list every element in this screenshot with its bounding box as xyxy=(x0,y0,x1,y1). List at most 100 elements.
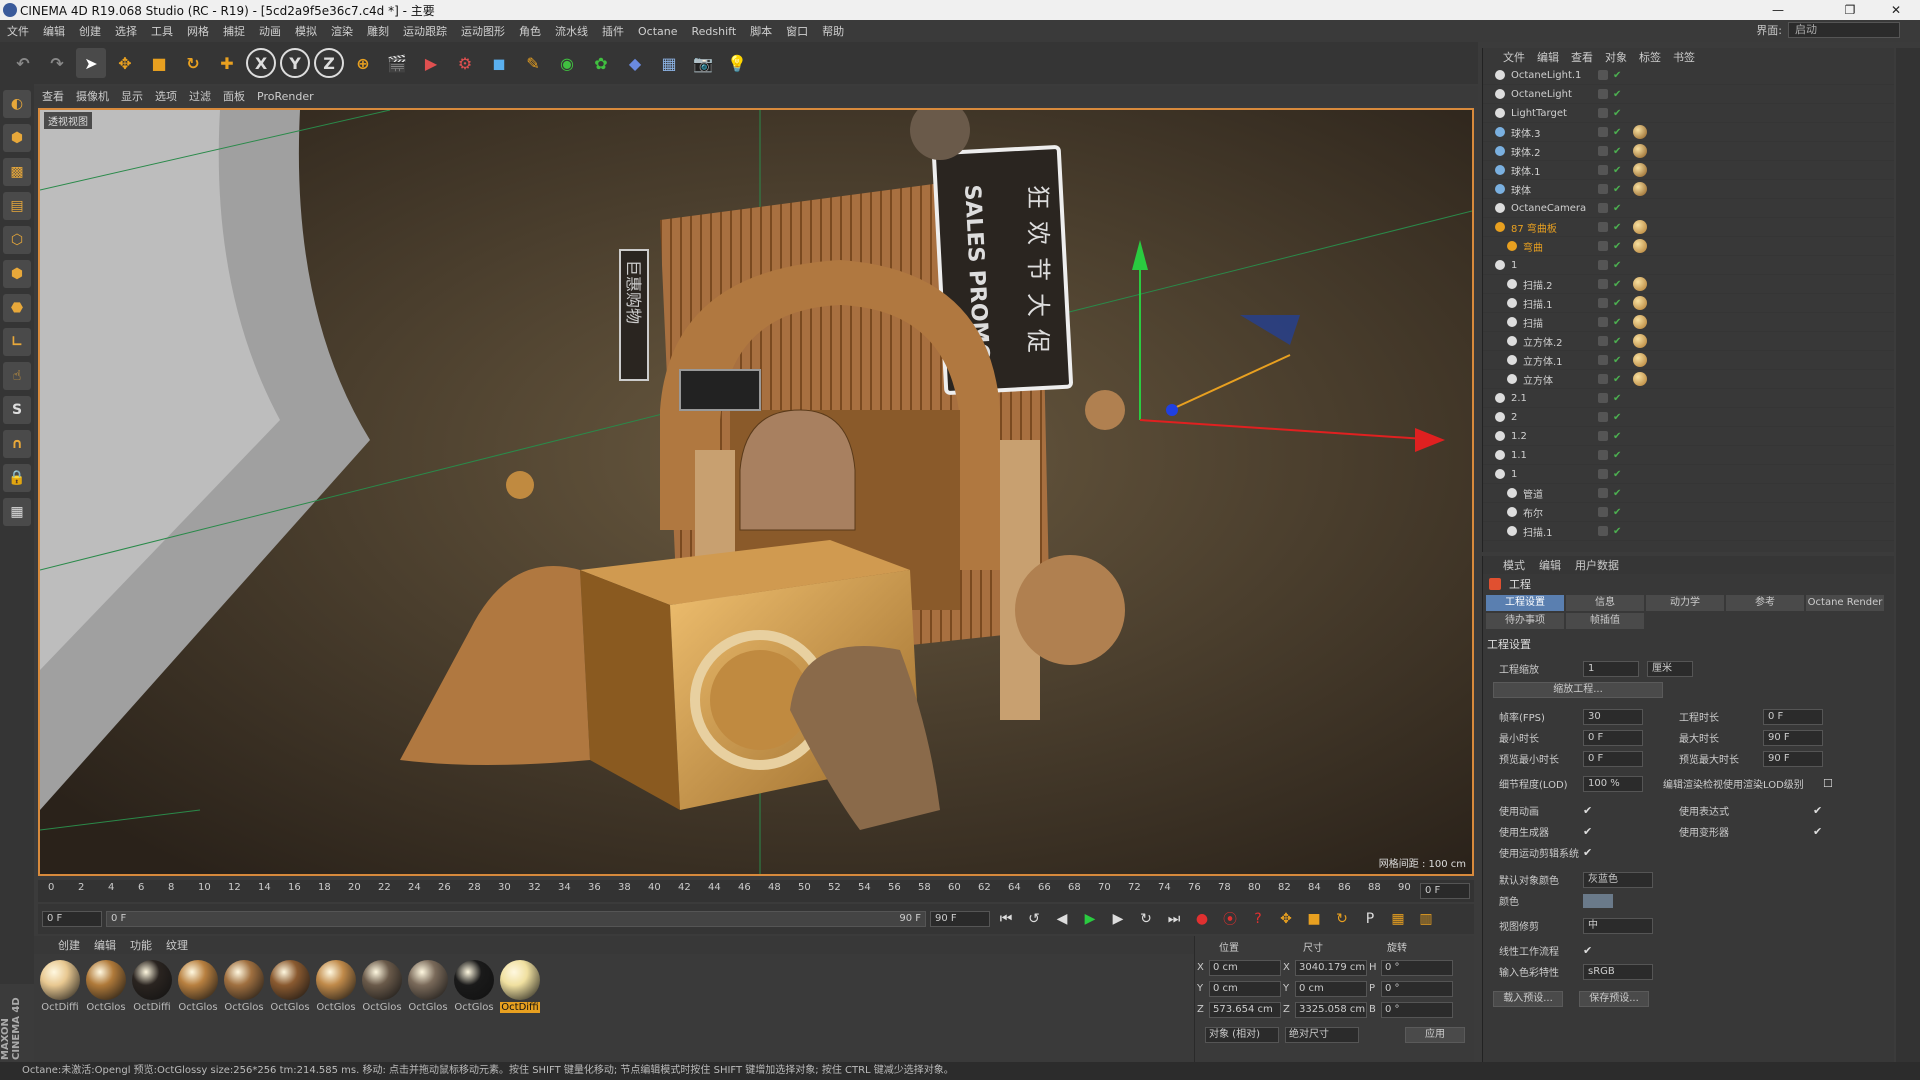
scale-project-button[interactable]: 缩放工程... xyxy=(1493,681,1663,698)
pen-icon[interactable]: ✎ xyxy=(518,48,548,78)
coordinate-system-icon[interactable]: ⊕ xyxy=(348,48,378,78)
visibility-icon[interactable] xyxy=(1598,146,1608,156)
object-row[interactable]: 扫描.1 ✔ xyxy=(1483,294,1894,313)
viewport-menu-item[interactable]: 选项 xyxy=(155,88,177,104)
material-item[interactable]: OctDiffi xyxy=(132,960,172,1013)
object-row[interactable]: LightTarget ✔ xyxy=(1483,104,1894,123)
menu-item[interactable]: 捕捉 xyxy=(216,23,252,39)
edges-mode-icon[interactable]: ⬢ xyxy=(3,260,31,288)
material-tag-icon[interactable] xyxy=(1633,315,1647,329)
visibility-icon[interactable] xyxy=(1598,241,1608,251)
attribute-menu-item[interactable]: 模式 xyxy=(1503,557,1525,573)
object-row[interactable]: 87 弯曲板 ✔ xyxy=(1483,218,1894,237)
magnet-icon[interactable]: ∩ xyxy=(3,430,31,458)
view-clipping-dropdown[interactable]: 中 xyxy=(1583,917,1653,934)
scale-key-icon[interactable]: ■ xyxy=(1302,907,1326,931)
enabled-icon[interactable]: ✔ xyxy=(1613,526,1621,537)
axis-icon[interactable]: ∟ xyxy=(3,328,31,356)
timeline-icon[interactable]: ▥ xyxy=(1414,907,1438,931)
object-row[interactable]: 扫描.1 ✔ xyxy=(1483,522,1894,541)
attribute-tab[interactable]: 帧插值 xyxy=(1566,613,1644,629)
attribute-tab[interactable]: 信息 xyxy=(1566,595,1644,611)
attribute-tab[interactable]: 参考 xyxy=(1726,595,1804,611)
object-menu-item[interactable]: 编辑 xyxy=(1537,49,1559,65)
enabled-icon[interactable]: ✔ xyxy=(1613,355,1621,366)
position-key-icon[interactable]: ✥ xyxy=(1274,907,1298,931)
viewport-menu-item[interactable]: 显示 xyxy=(121,88,143,104)
material-menu-item[interactable]: 创建 xyxy=(58,937,80,953)
visibility-icon[interactable] xyxy=(1598,450,1608,460)
rotation-field[interactable]: 0 ° xyxy=(1381,959,1453,976)
fps-field[interactable]: 30 xyxy=(1583,708,1643,725)
render-settings-icon[interactable]: ⚙ xyxy=(450,48,480,78)
viewport-menu-item[interactable]: 过滤 xyxy=(189,88,211,104)
material-item[interactable]: OctGlos xyxy=(316,960,356,1013)
prev-key-icon[interactable]: ↺ xyxy=(1022,907,1046,931)
timeline[interactable]: 0 2 4 6 8 10 12 14 16 18 20 22 24 26 28 30 32 34 36 38 40 42 4… xyxy=(38,880,1474,902)
enabled-icon[interactable]: ✔ xyxy=(1613,165,1621,176)
object-row[interactable]: 扫描.2 ✔ xyxy=(1483,275,1894,294)
enabled-icon[interactable]: ✔ xyxy=(1613,374,1621,385)
object-row[interactable]: 1 ✔ xyxy=(1483,256,1894,275)
viewport-menu-item[interactable]: 摄像机 xyxy=(76,88,109,104)
material-tag-icon[interactable] xyxy=(1633,296,1647,310)
material-item[interactable]: OctGlos xyxy=(178,960,218,1013)
current-frame-field[interactable]: 0 F xyxy=(1420,883,1470,899)
size-field[interactable]: 3325.058 cm xyxy=(1295,1001,1367,1018)
render-view-icon[interactable]: 🎬 xyxy=(382,48,412,78)
material-tag-icon[interactable] xyxy=(1633,353,1647,367)
use-motion-system-checkbox[interactable]: ✔ xyxy=(1583,846,1592,859)
menu-item[interactable]: Octane xyxy=(631,25,685,38)
enabled-icon[interactable]: ✔ xyxy=(1613,317,1621,328)
max-time-field[interactable]: 90 F xyxy=(1763,729,1823,746)
enabled-icon[interactable]: ✔ xyxy=(1613,203,1621,214)
object-row[interactable]: 管道 ✔ xyxy=(1483,484,1894,503)
goto-end-icon[interactable]: ⏭ xyxy=(1162,907,1186,931)
apply-button[interactable]: 应用 xyxy=(1405,1026,1465,1043)
scale-icon[interactable]: ■ xyxy=(144,48,174,78)
attribute-tab[interactable]: 工程设置 xyxy=(1486,595,1564,611)
viewport[interactable]: SALES PROMOTION 狂欢节大促 巨惠购物 透视视图 网格间距: 1… xyxy=(38,108,1474,876)
menu-item[interactable]: 渲染 xyxy=(324,23,360,39)
use-expression-checkbox[interactable]: ✔ xyxy=(1813,804,1822,817)
object-menu-item[interactable]: 文件 xyxy=(1503,49,1525,65)
size-field[interactable]: 0 cm xyxy=(1295,980,1367,997)
menu-item[interactable]: 文件 xyxy=(0,23,36,39)
goto-start-icon[interactable]: ⏮ xyxy=(994,907,1018,931)
object-row[interactable]: OctaneLight ✔ xyxy=(1483,85,1894,104)
visibility-icon[interactable] xyxy=(1598,469,1608,479)
prev-frame-icon[interactable]: ◀ xyxy=(1050,907,1074,931)
position-field[interactable]: 0 cm xyxy=(1209,959,1281,976)
preview-min-field[interactable]: 0 F xyxy=(1583,750,1643,767)
pla-key-icon[interactable]: ▦ xyxy=(1386,907,1410,931)
visibility-icon[interactable] xyxy=(1598,374,1608,384)
material-item[interactable]: OctDiffi xyxy=(500,960,540,1013)
menu-item[interactable]: 创建 xyxy=(72,23,108,39)
menu-item[interactable]: 动画 xyxy=(252,23,288,39)
object-row[interactable]: 立方体 ✔ xyxy=(1483,370,1894,389)
visibility-icon[interactable] xyxy=(1598,507,1608,517)
menu-item[interactable]: 工具 xyxy=(144,23,180,39)
menu-item[interactable]: 插件 xyxy=(595,23,631,39)
visibility-icon[interactable] xyxy=(1598,70,1608,80)
min-time-field[interactable]: 0 F xyxy=(1583,729,1643,746)
use-deformers-checkbox[interactable]: ✔ xyxy=(1813,825,1822,838)
enabled-icon[interactable]: ✔ xyxy=(1613,108,1621,119)
enabled-icon[interactable]: ✔ xyxy=(1613,336,1621,347)
enabled-icon[interactable]: ✔ xyxy=(1613,488,1621,499)
points-mode-icon[interactable]: ⬡ xyxy=(3,226,31,254)
project-length-field[interactable]: 0 F xyxy=(1763,708,1823,725)
move-icon[interactable]: ✥ xyxy=(110,48,140,78)
attribute-tab[interactable]: Octane Render xyxy=(1806,595,1884,611)
object-row[interactable]: 扫描 ✔ xyxy=(1483,313,1894,332)
play-icon[interactable]: ▶ xyxy=(1078,907,1102,931)
range-slider[interactable]: 0 F 90 F xyxy=(106,911,926,927)
menu-item[interactable]: 运动跟踪 xyxy=(396,23,454,39)
visibility-icon[interactable] xyxy=(1598,184,1608,194)
attribute-tab[interactable]: 待办事项 xyxy=(1486,613,1564,629)
material-menu-item[interactable]: 功能 xyxy=(130,937,152,953)
enabled-icon[interactable]: ✔ xyxy=(1613,70,1621,81)
select-icon[interactable]: ➤ xyxy=(76,48,106,78)
material-item[interactable]: OctGlos xyxy=(408,960,448,1013)
object-row[interactable]: OctaneCamera ✔ xyxy=(1483,199,1894,218)
